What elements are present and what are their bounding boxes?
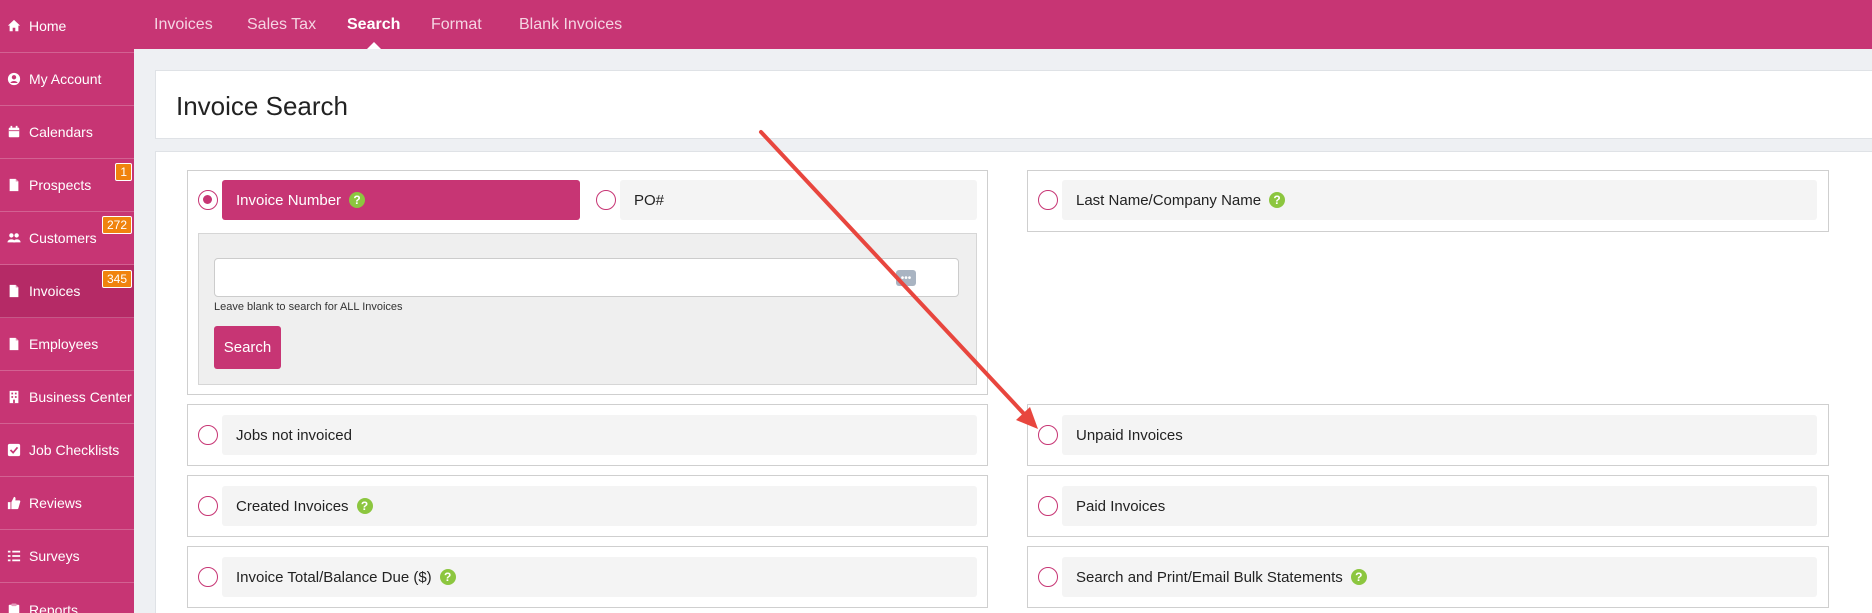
active-tab-indicator: [366, 42, 381, 49]
unpaid-invoices-radio[interactable]: [1038, 425, 1058, 445]
home-icon: [7, 19, 21, 33]
option-label: PO#: [634, 191, 665, 209]
sidebar-item-calendars[interactable]: Calendars: [0, 106, 134, 159]
thumbs-up-icon: [7, 496, 21, 510]
jobs-not-invoiced-radio[interactable]: [198, 425, 218, 445]
invoice-number-option[interactable]: Invoice Number ?: [222, 180, 580, 220]
sidebar: Home My Account Calendars Prospects 1 Cu…: [0, 0, 134, 613]
sidebar-item-reports[interactable]: Reports: [0, 583, 134, 613]
jobs-not-invoiced-option[interactable]: Jobs not invoiced: [222, 415, 977, 455]
sidebar-item-label: Invoices: [29, 283, 81, 299]
search-hint: Leave blank to search for ALL Invoices: [214, 301, 403, 313]
count-badge: 345: [101, 270, 132, 288]
sidebar-item-job-checklists[interactable]: Job Checklists: [0, 424, 134, 477]
created-invoices-radio[interactable]: [198, 496, 218, 516]
help-icon[interactable]: ?: [1269, 192, 1286, 208]
sidebar-item-customers[interactable]: Customers 272: [0, 212, 134, 265]
last-name-radio[interactable]: [1038, 190, 1058, 210]
users-icon: [7, 231, 21, 245]
sidebar-item-label: Calendars: [29, 124, 93, 140]
sidebar-item-label: Customers: [29, 230, 97, 246]
sidebar-item-label: Business Center: [29, 389, 132, 405]
tab-label: Search: [347, 15, 401, 33]
sidebar-item-invoices[interactable]: Invoices 345: [0, 265, 134, 318]
page-title: Invoice Search: [176, 91, 348, 121]
invoice-number-input[interactable]: [214, 258, 959, 297]
option-label: Unpaid Invoices: [1076, 426, 1183, 444]
help-icon[interactable]: ?: [349, 192, 366, 208]
tab-label: Blank Invoices: [519, 15, 623, 33]
invoice-number-radio[interactable]: [198, 190, 218, 210]
ellipsis-icon[interactable]: •••: [896, 270, 916, 286]
invoice-total-radio[interactable]: [198, 567, 218, 587]
sidebar-item-label: Job Checklists: [29, 442, 120, 458]
tab-sales-tax[interactable]: Sales Tax: [247, 0, 316, 49]
last-name-option[interactable]: Last Name/Company Name ?: [1062, 180, 1817, 220]
created-invoices-option[interactable]: Created Invoices ?: [222, 486, 977, 526]
calendar-icon: [7, 125, 21, 139]
paid-invoices-radio[interactable]: [1038, 496, 1058, 516]
option-label: Invoice Total/Balance Due ($): [236, 568, 432, 586]
count-badge: 1: [115, 163, 132, 181]
sidebar-item-label: Reports: [29, 601, 79, 613]
search-form: ••• Leave blank to search for ALL Invoic…: [198, 233, 977, 385]
help-icon[interactable]: ?: [1350, 569, 1367, 585]
help-icon[interactable]: ?: [356, 498, 373, 514]
tab-invoices[interactable]: Invoices: [154, 0, 213, 49]
user-circle-icon: [7, 72, 21, 86]
search-button[interactable]: Search: [214, 326, 281, 369]
option-label: Invoice Number: [236, 191, 342, 209]
po-radio[interactable]: [596, 190, 616, 210]
title-panel: Invoice Search: [155, 70, 1872, 139]
option-label: Search and Print/Email Bulk Statements: [1076, 568, 1343, 586]
sidebar-item-reviews[interactable]: Reviews: [0, 477, 134, 530]
sidebar-item-business-center[interactable]: Business Center: [0, 371, 134, 424]
file-icon: [7, 178, 21, 192]
file-icon: [7, 337, 21, 351]
tab-label: Invoices: [154, 15, 213, 33]
sidebar-item-employees[interactable]: Employees: [0, 318, 134, 371]
sidebar-item-label: Prospects: [29, 177, 92, 193]
bulk-statements-radio[interactable]: [1038, 567, 1058, 587]
tab-search[interactable]: Search: [347, 0, 400, 49]
sidebar-item-label: Home: [29, 18, 67, 34]
tab-label: Sales Tax: [247, 15, 317, 33]
po-option[interactable]: PO#: [620, 180, 977, 220]
count-badge: 272: [101, 216, 132, 234]
help-icon[interactable]: ?: [439, 569, 456, 585]
top-nav: Invoices Sales Tax Search Format Blank I…: [134, 0, 1872, 49]
option-label: Last Name/Company Name: [1076, 191, 1262, 209]
list-icon: [7, 549, 21, 563]
sidebar-item-my-account[interactable]: My Account: [0, 53, 134, 106]
paid-invoices-option[interactable]: Paid Invoices: [1062, 486, 1817, 526]
file-icon: [7, 284, 21, 298]
tab-format[interactable]: Format: [431, 0, 482, 49]
sidebar-item-label: Reviews: [29, 495, 82, 511]
tab-blank-invoices[interactable]: Blank Invoices: [519, 0, 622, 49]
sidebar-item-label: Surveys: [29, 548, 80, 564]
option-label: Paid Invoices: [1076, 497, 1166, 515]
unpaid-invoices-option[interactable]: Unpaid Invoices: [1062, 415, 1817, 455]
bulk-statements-option[interactable]: Search and Print/Email Bulk Statements ?: [1062, 557, 1817, 597]
sidebar-item-label: My Account: [29, 71, 102, 87]
sidebar-item-prospects[interactable]: Prospects 1: [0, 159, 134, 212]
building-icon: [7, 390, 21, 404]
checkbox-icon: [7, 443, 21, 457]
option-label: Jobs not invoiced: [236, 426, 352, 444]
sidebar-item-surveys[interactable]: Surveys: [0, 530, 134, 583]
clipboard-icon: [7, 602, 21, 613]
sidebar-item-label: Employees: [29, 336, 99, 352]
option-label: Created Invoices: [236, 497, 349, 515]
sidebar-item-home[interactable]: Home: [0, 0, 134, 53]
invoice-total-option[interactable]: Invoice Total/Balance Due ($) ?: [222, 557, 977, 597]
tab-label: Format: [431, 15, 482, 33]
